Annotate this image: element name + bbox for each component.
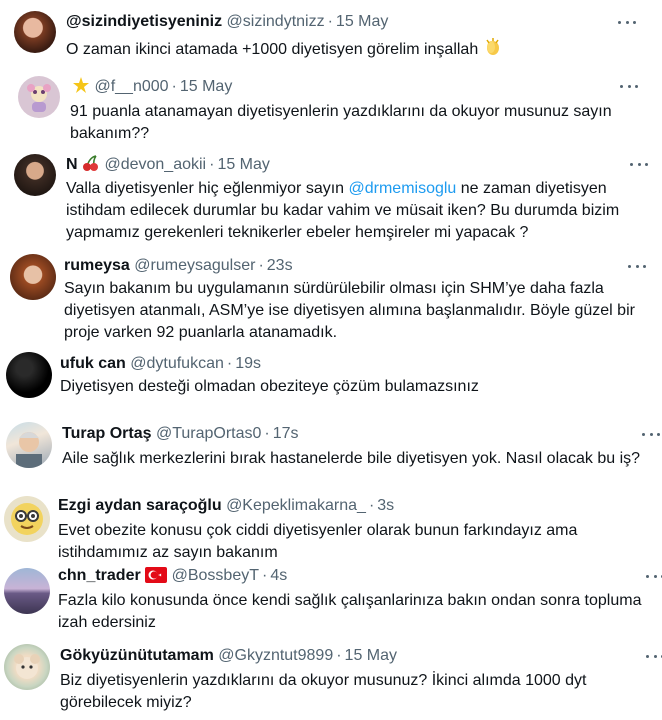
author-handle[interactable]: @Kepeklimakarna_ [226,497,366,514]
timestamp[interactable]: 17s [273,425,299,442]
author-name[interactable]: chn_trader [58,567,141,584]
avatar[interactable] [10,254,56,300]
cherries-icon [82,154,100,178]
author-handle[interactable]: @devon_aokii [104,156,206,173]
tweet-text-before: Valla diyetisyenler hiç eğlenmiyor sayın [66,180,349,197]
avatar[interactable] [14,11,56,53]
timestamp[interactable]: 15 May [336,13,388,30]
separator-dot: · [226,355,233,372]
timestamp[interactable]: 4s [270,567,287,584]
separator-dot: · [264,425,270,442]
separator-dot: · [368,497,375,514]
tweet-text: 91 puanla atanamayan diyetisyenlerin yaz… [70,103,612,142]
avatar[interactable] [18,76,60,118]
tweet-text-body: O zaman ikinci atamada +1000 diyetisyen … [66,41,479,58]
author-handle[interactable]: @Gkyzntut9899 [218,647,333,664]
author-handle[interactable]: @sizindytnizz [227,13,325,30]
avatar[interactable] [6,422,52,468]
separator-dot: · [262,567,268,584]
author-name[interactable]: rumeysa [64,257,130,274]
author-handle[interactable]: @TurapOrtas0 [156,425,261,442]
tweet-text: Fazla kilo konusunda önce kendi sağlık ç… [58,592,642,631]
timestamp[interactable]: 15 May [345,647,397,664]
author-name[interactable]: Ezgi aydan saraçoğlu [58,497,222,514]
timestamp[interactable]: 19s [235,355,261,372]
mention-link[interactable]: @drmemisoglu [349,180,457,197]
tweet[interactable]: @f__n000 · 15 May 91 puanla atanamayan diy… [0,68,662,148]
tweet[interactable]: Gökyüzünütutamam @Gkyzntut9899 · 15 May Bi… [0,642,662,720]
clapping-hands-icon [483,37,503,64]
avatar[interactable] [4,568,50,614]
author-handle[interactable]: @rumeysagulser [134,257,255,274]
more-options-icon[interactable] [628,154,650,174]
tweet-text: Biz diyetisyenlerin yazdıklarını da okuy… [60,672,587,711]
author-name[interactable]: Gökyüzünütutamam [60,647,214,664]
more-options-icon[interactable] [640,424,662,444]
more-options-icon[interactable] [644,646,662,666]
author-name[interactable]: ufuk can [60,355,126,372]
separator-dot: · [258,257,264,274]
separator-dot: · [327,13,333,30]
avatar[interactable] [4,496,50,542]
turkey-flag-icon [145,567,168,589]
separator-dot: · [209,156,215,173]
tweet-text: Valla diyetisyenler hiç eğlenmiyor sayın… [66,178,656,244]
tweet[interactable]: N @devon_aokii · 15 May Valla diyetisyenle… [0,148,662,248]
separator-dot: · [171,78,177,95]
more-options-icon[interactable] [626,256,648,276]
avatar[interactable] [14,154,56,196]
author-handle[interactable]: @dytufukcan [130,355,224,372]
separator-dot: · [336,647,342,664]
tweet[interactable]: @sizindiyetisyeniniz @sizindytnizz · 15 Ma… [0,0,662,68]
timestamp[interactable]: 15 May [180,78,232,95]
timestamp[interactable]: 3s [377,497,394,514]
avatar[interactable] [6,352,52,398]
more-options-icon[interactable] [644,566,662,586]
tweet-text: Evet obezite konusu çok ciddi diyetisyen… [58,522,578,561]
tweet-text: O zaman ikinci atamada +1000 diyetisyen … [66,37,656,64]
tweet[interactable]: ufuk can @dytufukcan · 19s Diyetisyen dest… [0,348,662,412]
tweet[interactable]: chn_trader @BossbeyT · 4s Fazla kilo konus… [0,566,662,638]
author-handle[interactable]: @f__n000 [94,78,168,95]
more-options-icon[interactable] [616,12,638,32]
timestamp[interactable]: 23s [267,257,293,274]
tweet-text: Aile sağlık merkezlerini bırak hastanele… [62,450,641,467]
tweet-text: Diyetisyen desteği olmadan obeziteye çöz… [60,378,479,395]
author-name[interactable]: @sizindiyetisyeniniz [66,13,222,30]
author-handle[interactable]: @BossbeyT [172,567,259,584]
timestamp[interactable]: 15 May [217,156,269,173]
avatar[interactable] [4,644,50,690]
tweet[interactable]: Turap Ortaş @TurapOrtas0 · 17s Aile sağlık… [0,418,662,490]
dizzy-star-icon [72,76,90,100]
tweet-text: Sayın bakanım bu uygulamanın sürdürülebi… [64,280,635,341]
author-name[interactable]: N [66,156,78,173]
more-options-icon[interactable] [618,76,640,96]
author-name[interactable]: Turap Ortaş [62,425,152,442]
tweet[interactable]: rumeysa @rumeysagulser · 23s Sayın bakanım… [0,250,662,346]
tweet[interactable]: Ezgi aydan saraçoğlu @Kepeklimakarna_ · 3s… [0,492,662,564]
